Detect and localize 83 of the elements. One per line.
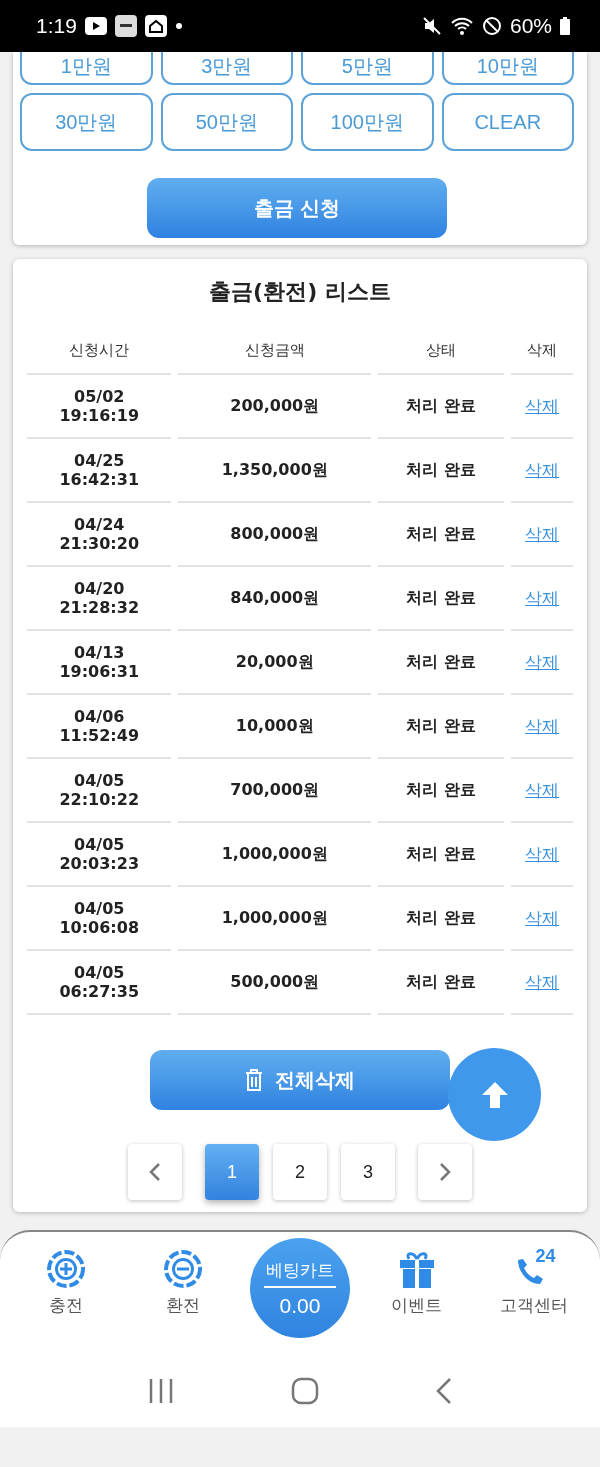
right-chevron-icon [439, 1162, 451, 1182]
status-text: 처리 완료 [406, 907, 476, 929]
amount-text: 800,000원 [230, 523, 320, 545]
request-time: 04/05 22:10:22 [59, 771, 139, 809]
nav-item[interactable]: 환전 [133, 1240, 234, 1317]
plus-chip-icon [47, 1250, 86, 1288]
amount-button[interactable]: 100만원 [301, 93, 434, 151]
request-time: 04/05 06:27:35 [59, 963, 139, 1001]
status-text: 처리 완료 [406, 523, 476, 545]
delete-link[interactable]: 삭제 [525, 395, 560, 416]
home-button-icon[interactable] [291, 1377, 319, 1405]
amount-button[interactable]: 3만원 [160, 52, 293, 85]
amount-text: 1,000,000원 [221, 843, 328, 865]
amount-text: 1,000,000원 [221, 907, 328, 929]
status-text: 처리 완료 [406, 587, 476, 609]
amount-text: 10,000원 [235, 715, 314, 737]
status-text: 처리 완료 [406, 395, 476, 417]
status-text: 처리 완료 [406, 715, 476, 737]
request-time: 04/13 19:06:31 [59, 643, 139, 681]
battery-icon [560, 17, 570, 35]
amount-button[interactable]: 1만원 [20, 52, 153, 85]
status-text: 처리 완료 [406, 971, 476, 993]
up-arrow-icon [480, 1080, 509, 1109]
dot-icon [174, 22, 183, 30]
trash-icon [245, 1069, 263, 1091]
list-title: 출금(환전) 리스트 [208, 278, 392, 306]
amount-button[interactable]: 50만원 [160, 93, 293, 151]
amount-text: 840,000원 [230, 587, 320, 609]
status-text: 처리 완료 [406, 651, 476, 673]
delete-link[interactable]: 삭제 [525, 523, 560, 544]
amount-text: 200,000원 [230, 395, 320, 417]
column-header: 상태 [378, 327, 505, 375]
column-header: 신청금액 [178, 327, 371, 375]
app-icon [114, 15, 137, 37]
request-time: 04/25 16:42:31 [59, 451, 139, 489]
request-time: 04/20 21:28:32 [59, 579, 139, 617]
left-chevron-icon [149, 1162, 161, 1182]
amount-text: 20,000원 [235, 651, 314, 673]
clock: 1:19 [36, 14, 77, 38]
amount-button[interactable]: CLEAR [441, 93, 574, 151]
amount-button[interactable]: 5만원 [301, 52, 434, 85]
minus-chip-icon [164, 1250, 203, 1288]
page-button[interactable]: 1 [205, 1144, 259, 1200]
amount-text: 700,000원 [230, 779, 320, 801]
withdraw-request-button[interactable]: 출금 신청 [147, 178, 447, 238]
nav-item[interactable]: 충전 [16, 1240, 117, 1317]
play-icon [84, 17, 107, 35]
delete-link[interactable]: 삭제 [525, 843, 560, 864]
gift-icon [398, 1250, 435, 1288]
request-time: 04/24 21:30:20 [59, 515, 139, 553]
request-time: 04/06 11:52:49 [59, 707, 139, 745]
betting-cart-button[interactable]: 베팅카트 0.00 [250, 1238, 350, 1338]
delete-link[interactable]: 삭제 [525, 715, 560, 736]
delete-link[interactable]: 삭제 [525, 907, 560, 928]
battery-percent: 60% [509, 14, 552, 38]
home-icon [144, 15, 167, 37]
wifi-icon [449, 16, 474, 36]
column-header: 삭제 [511, 327, 573, 375]
delete-link[interactable]: 삭제 [525, 651, 560, 672]
delete-link[interactable]: 삭제 [525, 459, 560, 480]
amount-text: 1,350,000원 [221, 459, 328, 481]
page-button[interactable]: 3 [341, 1144, 395, 1200]
amount-text: 500,000원 [230, 971, 320, 993]
block-icon [481, 16, 502, 36]
column-header: 신청시간 [27, 327, 172, 375]
request-time: 04/05 20:03:23 [59, 835, 139, 873]
delete-link[interactable]: 삭제 [525, 587, 560, 608]
amount-button[interactable]: 10만원 [441, 52, 574, 85]
mute-icon [421, 16, 442, 36]
back-icon[interactable] [435, 1377, 452, 1405]
request-time: 05/02 19:16:19 [59, 387, 139, 425]
status-text: 처리 완료 [406, 779, 476, 801]
amount-button[interactable]: 30만원 [20, 93, 153, 151]
status-text: 처리 완료 [406, 843, 476, 865]
delete-all-button[interactable]: 전체삭제 [150, 1050, 450, 1110]
recent-apps-icon[interactable] [148, 1378, 175, 1404]
page-button[interactable]: 2 [273, 1144, 327, 1200]
nav-item[interactable]: 24 고객센터 [483, 1240, 584, 1317]
delete-link[interactable]: 삭제 [525, 971, 560, 992]
status-text: 처리 완료 [406, 459, 476, 481]
request-time: 04/05 10:06:08 [59, 899, 139, 937]
nav-item[interactable]: 이벤트 [366, 1240, 467, 1317]
delete-link[interactable]: 삭제 [525, 779, 560, 800]
